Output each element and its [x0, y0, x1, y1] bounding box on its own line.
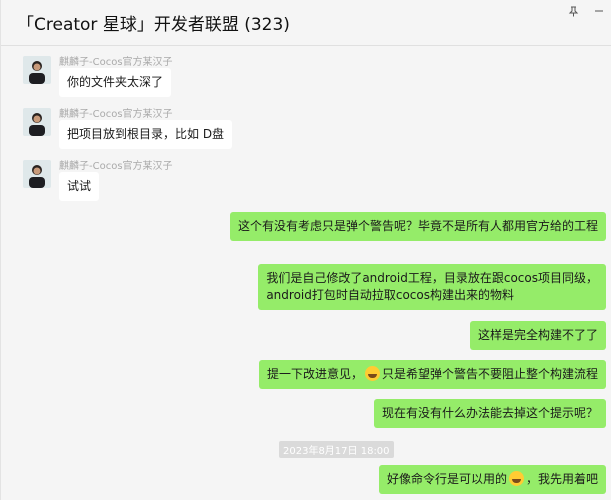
- pin-icon: [568, 6, 578, 16]
- window-controls: [560, 0, 611, 22]
- chat-window: 「Creator 星球」开发者联盟 (323) 麒麟子-Cocos官方某汉子 你…: [0, 0, 611, 500]
- avatar[interactable]: [23, 108, 51, 136]
- avatar-image: [23, 160, 51, 188]
- message-list: 麒麟子-Cocos官方某汉子 你的文件夹太深了 麒麟子-Cocos官方某汉子 把…: [1, 47, 611, 500]
- outgoing-message-bubble[interactable]: 好像命令行是可以用的 ，我先用着吧: [378, 465, 606, 494]
- outgoing-message-bubble[interactable]: 这个有没有考虑只是弹个警告呢？毕竟不是所有人都用官方给的工程: [229, 212, 606, 241]
- minimize-icon: [595, 10, 603, 12]
- avatar[interactable]: [23, 160, 51, 188]
- message-bubble[interactable]: 把项目放到根目录，比如 D盘: [59, 120, 233, 149]
- message-bubble[interactable]: 试试: [59, 172, 100, 201]
- pin-button[interactable]: [560, 0, 586, 22]
- minimize-button[interactable]: [586, 0, 611, 22]
- sweat-smile-emoji-icon: [508, 471, 524, 486]
- grin-emoji-icon: [364, 366, 380, 381]
- title-bar: 「Creator 星球」开发者联盟 (323): [1, 0, 611, 46]
- avatar[interactable]: [23, 56, 51, 84]
- message-text: 提一下改进意见，: [266, 367, 363, 381]
- message-text: ，我先用着吧: [525, 472, 598, 486]
- message-text: 只是希望弹个警告不要阻止整个构建流程: [381, 367, 598, 381]
- avatar-image: [23, 56, 51, 84]
- avatar-image: [23, 108, 51, 136]
- outgoing-message-bubble[interactable]: 我们是自己修改了android工程，目录放在跟cocos项目同级， androi…: [258, 264, 606, 310]
- message-line: android打包时自动拉取cocos构建出来的物料: [266, 288, 514, 302]
- outgoing-message-bubble[interactable]: 这样是完全构建不了了: [469, 321, 606, 350]
- sender-name: 麒麟子-Cocos官方某汉子: [59, 109, 173, 120]
- message-bubble[interactable]: 你的文件夹太深了: [59, 68, 172, 97]
- chat-title: 「Creator 星球」开发者联盟 (323): [17, 15, 290, 35]
- message-line: 我们是自己修改了android工程，目录放在跟cocos项目同级，: [266, 271, 598, 285]
- sender-name: 麒麟子-Cocos官方某汉子: [59, 161, 173, 172]
- outgoing-message-bubble[interactable]: 现在有没有什么办法能去掉这个提示呢？: [373, 399, 606, 428]
- message-text: 好像命令行是可以用的: [386, 472, 507, 486]
- timestamp: 2023年8月17日 18:00: [279, 441, 394, 458]
- outgoing-message-bubble[interactable]: 提一下改进意见， 只是希望弹个警告不要阻止整个构建流程: [258, 360, 606, 389]
- sender-name: 麒麟子-Cocos官方某汉子: [59, 57, 173, 68]
